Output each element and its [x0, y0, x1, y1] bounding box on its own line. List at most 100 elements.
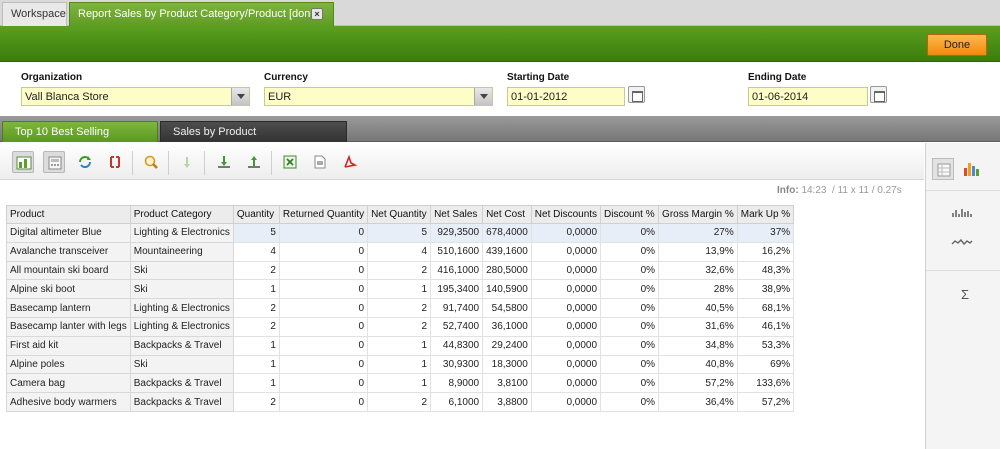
tree-icon[interactable] [12, 151, 34, 173]
table-cell: 36,1000 [482, 316, 532, 337]
table-row-label[interactable]: Alpine ski boot [6, 279, 131, 300]
table-row-label[interactable]: Adhesive body warmers [6, 392, 131, 412]
sparkline-icon[interactable] [950, 231, 974, 253]
table-cell: 0 [278, 260, 369, 281]
pdf-icon[interactable] [339, 151, 361, 173]
table-cell: 31,6% [658, 316, 738, 337]
table-cell: 28% [658, 279, 738, 300]
table-row-label[interactable]: Backpacks & Travel [129, 335, 234, 356]
tab-top-10-best-selling[interactable]: Top 10 Best Selling Products [2, 121, 158, 158]
table-cell: 0% [600, 335, 660, 356]
csv-icon[interactable] [309, 151, 331, 173]
table-cell: 1 [367, 279, 432, 300]
column-header[interactable]: Gross Margin % [658, 205, 738, 224]
table-row-label[interactable]: Camera bag [6, 373, 131, 394]
report-header: Done [0, 26, 1000, 62]
table-cell: 53,3% [736, 335, 795, 356]
done-button[interactable]: Done [927, 34, 987, 56]
table-cell: 54,5800 [482, 298, 532, 318]
query-info: Info: 14:23 / 11 x 11 / 0.27s [777, 185, 902, 196]
calendar-icon[interactable] [628, 86, 645, 103]
starting-date-input[interactable]: 01-01-2012 [507, 87, 625, 106]
bar-chart-icon[interactable] [960, 158, 982, 180]
column-header[interactable]: Discount % [600, 205, 660, 224]
table-cell: 1 [232, 335, 280, 356]
sparkbar-icon[interactable] [950, 201, 974, 223]
table-cell: 1 [232, 354, 280, 375]
swap-axes-icon[interactable] [104, 151, 126, 173]
table-row-label[interactable]: All mountain ski board [6, 260, 131, 281]
table-row-label[interactable]: Backpacks & Travel [129, 373, 234, 394]
table-cell: 30,9300 [430, 354, 484, 375]
refresh-icon[interactable] [74, 151, 96, 173]
column-header[interactable]: Quantity [232, 205, 280, 224]
ending-date-filter: Ending Date 01-06-2014 [748, 72, 887, 106]
chevron-down-icon[interactable] [231, 88, 249, 105]
column-header[interactable]: Returned Quantity [278, 205, 369, 224]
table-row-label[interactable]: Alpine poles [6, 354, 131, 375]
table-cell: 34,8% [658, 335, 738, 356]
table-view-icon[interactable] [932, 158, 954, 180]
ending-date-input[interactable]: 01-06-2014 [748, 87, 868, 106]
table-cell: 439,1600 [482, 241, 532, 262]
table-row-label[interactable]: Basecamp lantern [6, 298, 131, 318]
table-row: Avalanche transceiver Mountaineering 4 0 4 51… [6, 241, 795, 262]
table-cell: 1 [367, 373, 432, 394]
table-cell: 3,8100 [482, 373, 532, 394]
tab-report[interactable]: Report Sales by Product Category/Product… [69, 2, 334, 26]
table-cell: 6,1000 [430, 392, 484, 412]
table-cell: 40,8% [658, 354, 738, 375]
column-header[interactable]: Product [6, 205, 131, 224]
table-cell: 0% [600, 373, 660, 394]
table-row-label[interactable]: Lighting & Electronics [129, 223, 234, 243]
table-cell: 2 [232, 298, 280, 318]
export-down-icon[interactable] [213, 151, 235, 173]
calendar-icon[interactable] [870, 86, 887, 103]
table-row-label[interactable]: Lighting & Electronics [129, 298, 234, 318]
table-row-label[interactable]: Ski [129, 279, 234, 300]
table-row-label[interactable]: Avalanche transceiver [6, 241, 131, 262]
table-row: Basecamp lantern Lighting & Electronics 2 0… [6, 298, 795, 318]
column-header[interactable]: Net Quantity [367, 205, 432, 224]
export-up-icon[interactable] [243, 151, 265, 173]
table-row-label[interactable]: Lighting & Electronics [129, 316, 234, 337]
table-cell: 2 [232, 392, 280, 412]
chevron-down-icon[interactable] [474, 88, 492, 105]
table-row-label[interactable]: Mountaineering [129, 241, 234, 262]
info-duration: / 0.27s [871, 185, 902, 196]
table-row-label[interactable]: First aid kit [6, 335, 131, 356]
organization-value: Vall Blanca Store [25, 91, 109, 103]
column-header[interactable]: Mark Up % [736, 205, 795, 224]
table-cell: 133,6% [736, 373, 795, 394]
tab-workspace[interactable]: Workspace [2, 2, 67, 26]
organization-select[interactable]: Vall Blanca Store [21, 87, 250, 106]
table-cell: 0 [278, 335, 369, 356]
table-cell: 0 [278, 298, 369, 318]
table-cell: 4 [232, 241, 280, 262]
column-header[interactable]: Net Cost [482, 205, 532, 224]
report-tab-bar: Top 10 Best Selling Products Sales by Pr… [0, 116, 1000, 158]
table-cell: 0,0000 [530, 335, 602, 356]
calc-icon[interactable] [43, 151, 65, 173]
tab-sales-by-category[interactable]: Sales by Product Category/Product [160, 121, 347, 158]
close-tab-icon[interactable]: × [311, 8, 323, 20]
table-row: Camera bag Backpacks & Travel 1 0 1 8,9000 3,8… [6, 373, 795, 394]
column-header[interactable]: Net Discounts [530, 205, 602, 224]
excel-icon[interactable] [279, 151, 301, 173]
table-row-label[interactable]: Basecamp lanter with legs [6, 316, 131, 337]
table-cell: 0 [278, 223, 369, 243]
column-header[interactable]: Product Category [129, 205, 234, 224]
table-row-label[interactable]: Digital altimeter Blue [6, 223, 131, 243]
currency-select[interactable]: EUR [264, 87, 493, 106]
sum-icon[interactable]: Σ [954, 284, 976, 306]
table-row-label[interactable]: Backpacks & Travel [129, 392, 234, 412]
table-cell: 140,5900 [482, 279, 532, 300]
drill-icon[interactable] [176, 151, 198, 173]
zoom-icon[interactable] [140, 151, 162, 173]
table-cell: 929,3500 [430, 223, 484, 243]
table-row-label[interactable]: Ski [129, 260, 234, 281]
column-header[interactable]: Net Sales [430, 205, 484, 224]
toolbar-separator [271, 151, 272, 175]
table-cell: 0,0000 [530, 354, 602, 375]
table-row-label[interactable]: Ski [129, 354, 234, 375]
